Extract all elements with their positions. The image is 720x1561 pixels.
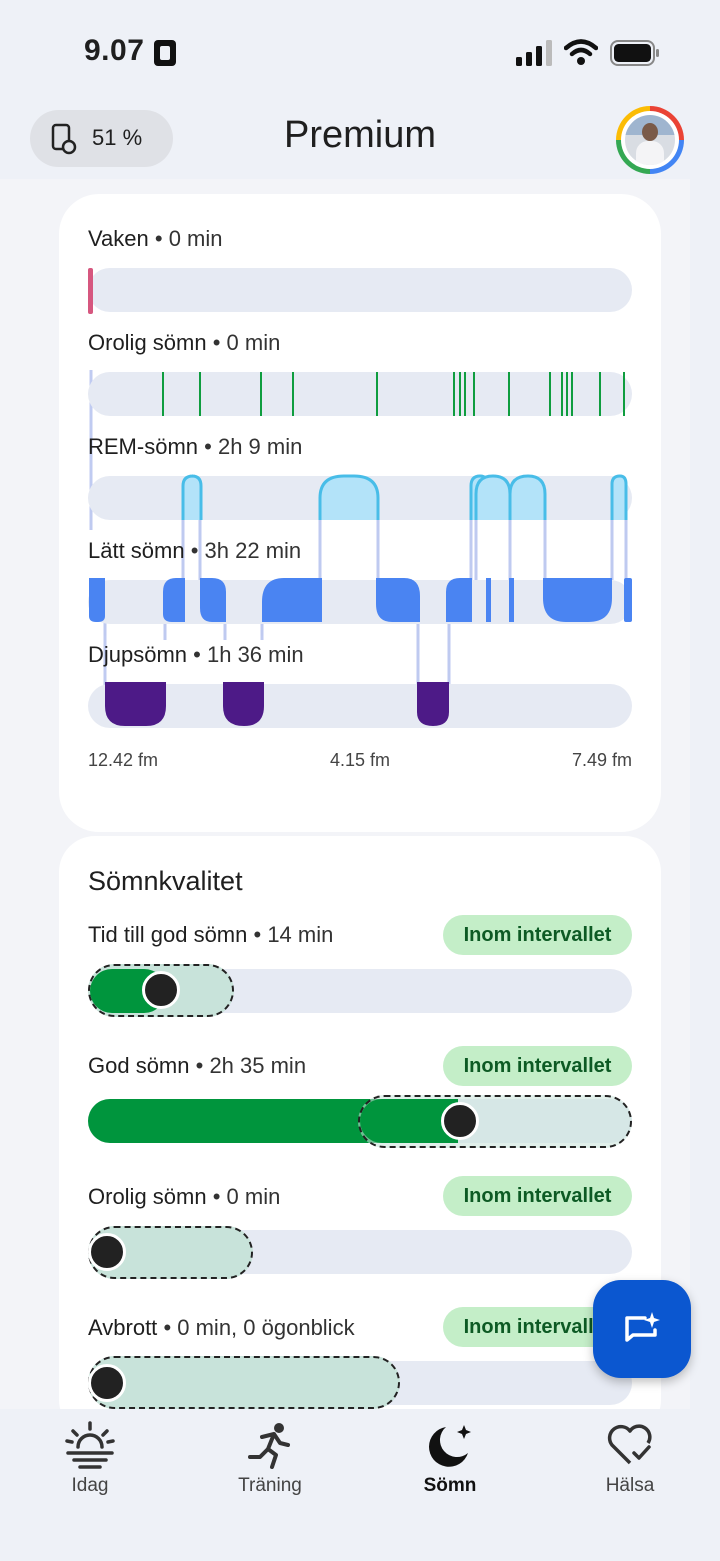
nav-training[interactable]: Träning [180, 1409, 360, 1529]
moon-icon [428, 1425, 471, 1467]
rem-segments [181, 474, 628, 520]
wifi-icon [564, 39, 598, 65]
nav-label: Hälsa [605, 1475, 655, 1496]
contact-card-icon [154, 40, 176, 66]
ai-chat-button[interactable] [593, 1280, 691, 1378]
restless-marks [162, 372, 625, 416]
nav-health[interactable]: Hälsa [540, 1409, 720, 1529]
time-axis-mid: 4.15 fm [329, 750, 391, 770]
quality-label-good-sleep: God sömn • 2h 35 min [88, 1053, 307, 1078]
stage-label-light: Lätt sömn • 3h 22 min [88, 538, 302, 563]
nav-today[interactable]: Idag [0, 1409, 180, 1529]
value-marker [142, 971, 180, 1009]
quality-label-interruptions: Avbrott • 0 min, 0 ögonblick [88, 1315, 355, 1340]
status-badge: Inom intervallet [443, 1046, 632, 1086]
quality-label-time-to-sleep: Tid till god sömn • 14 min [88, 922, 334, 947]
page-title: Premium [283, 114, 437, 156]
nav-label: Träning [238, 1475, 302, 1496]
heart-check-icon [607, 1424, 652, 1465]
awake-track [88, 268, 632, 312]
light-segments [89, 578, 632, 622]
bottom-navigation: Idag Träning Sömn Hälsa [0, 1409, 720, 1561]
status-badge: Inom intervallet [443, 915, 632, 955]
target-range [88, 1356, 400, 1409]
sunrise-icon [65, 1421, 115, 1469]
stage-label-awake: Vaken • 0 min [88, 226, 223, 251]
status-time: 9.07 [84, 34, 145, 67]
stage-label-restless: Orolig sömn • 0 min [88, 330, 281, 355]
cellular-signal-icon [516, 40, 552, 66]
value-marker [88, 1364, 126, 1402]
value-marker [88, 1233, 126, 1271]
battery-icon [610, 40, 659, 66]
time-axis-start: 12.42 fm [88, 750, 159, 770]
nav-label: Idag [71, 1475, 109, 1496]
chat-sparkle-icon [625, 1312, 660, 1342]
nav-label: Sömn [423, 1475, 477, 1496]
awake-segment [88, 268, 93, 314]
sleep-quality-title: Sömnkvalitet [88, 866, 243, 896]
value-marker [441, 1102, 479, 1140]
deep-segments [105, 682, 449, 726]
nav-sleep[interactable]: Sömn [360, 1409, 540, 1529]
time-axis-end: 7.49 fm [571, 750, 632, 770]
stage-label-rem: REM-sömn • 2h 9 min [88, 434, 303, 459]
running-icon [248, 1423, 290, 1469]
stage-label-deep: Djupsömn • 1h 36 min [88, 642, 304, 667]
status-badge: Inom intervallet [443, 1176, 632, 1216]
avatar[interactable] [616, 106, 684, 174]
quality-label-restless: Orolig sömn • 0 min [88, 1184, 281, 1209]
